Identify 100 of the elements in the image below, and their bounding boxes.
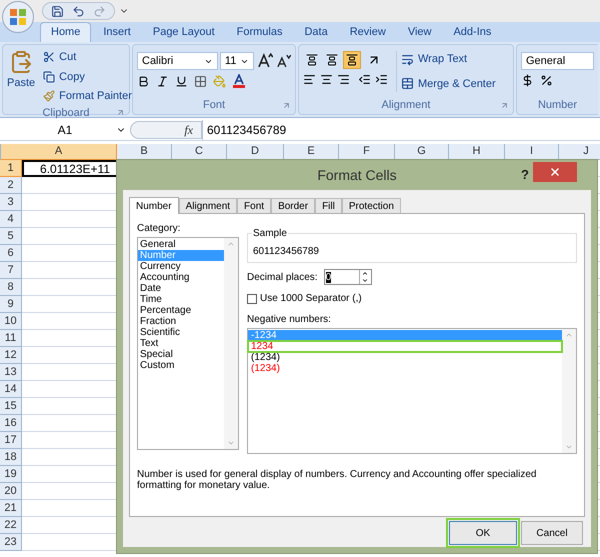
- category-item[interactable]: Percentage: [138, 305, 224, 316]
- category-list[interactable]: General Number Currency Accounting Date Time Percentage Fraction Scientific Text Special Custom: [137, 237, 239, 450]
- bold-icon[interactable]: [137, 74, 150, 88]
- cut-button[interactable]: Cut: [43, 49, 132, 66]
- help-button[interactable]: ?: [521, 165, 529, 185]
- row-header[interactable]: 6: [0, 245, 22, 262]
- row-header[interactable]: 7: [0, 262, 22, 279]
- category-item[interactable]: Time: [138, 294, 224, 305]
- row-header[interactable]: 23: [0, 534, 22, 551]
- column-header[interactable]: F: [339, 144, 395, 160]
- separator-checkbox[interactable]: [247, 294, 257, 304]
- ribbon-tab[interactable]: Page Layout: [142, 22, 225, 42]
- ribbon-tab[interactable]: Insert: [93, 22, 141, 42]
- category-item[interactable]: Special: [138, 349, 224, 360]
- italic-icon[interactable]: [156, 74, 169, 88]
- dialog-tab[interactable]: Font: [237, 198, 272, 213]
- row-header[interactable]: 3: [0, 194, 22, 211]
- negative-number-item[interactable]: (1234): [248, 363, 562, 374]
- borders-icon[interactable]: [194, 74, 207, 88]
- font-name-field[interactable]: Calibri: [137, 52, 218, 70]
- ribbon-tab[interactable]: Review: [340, 22, 396, 42]
- ok-button[interactable]: OK: [449, 521, 517, 545]
- format-painter-button[interactable]: Format Painter: [43, 88, 132, 104]
- row-header[interactable]: 13: [0, 364, 22, 381]
- column-header[interactable]: D: [227, 144, 284, 160]
- column-header[interactable]: J: [559, 144, 600, 160]
- column-header[interactable]: G: [395, 144, 449, 160]
- row-header[interactable]: 12: [0, 347, 22, 364]
- column-header[interactable]: C: [172, 144, 227, 160]
- row-header[interactable]: 14: [0, 381, 22, 398]
- increase-indent-icon[interactable]: [375, 73, 388, 86]
- currency-icon[interactable]: [521, 74, 534, 87]
- column-header[interactable]: H: [449, 144, 505, 160]
- decimal-places-spinner[interactable]: 0: [324, 269, 372, 285]
- align-left-icon[interactable]: [303, 73, 316, 86]
- dialog-tab[interactable]: Fill: [315, 198, 342, 213]
- row-header[interactable]: 10: [0, 313, 22, 330]
- negative-number-item[interactable]: (1234): [248, 352, 562, 363]
- dialog-launcher-icon[interactable]: [500, 100, 509, 110]
- category-item[interactable]: Accounting: [138, 272, 224, 283]
- align-right-icon[interactable]: [337, 73, 350, 86]
- dialog-tab[interactable]: Border: [271, 198, 316, 213]
- ribbon-tab[interactable]: View: [398, 22, 442, 42]
- close-button[interactable]: [533, 162, 577, 182]
- dialog-tab[interactable]: Alignment: [178, 198, 238, 213]
- formula-field[interactable]: 601123456789: [202, 120, 600, 140]
- dialog-launcher-icon[interactable]: [282, 100, 291, 110]
- column-header[interactable]: I: [505, 144, 559, 160]
- row-header[interactable]: 5: [0, 228, 22, 245]
- category-item[interactable]: Fraction: [138, 316, 224, 327]
- category-item[interactable]: Custom: [138, 360, 224, 371]
- save-icon[interactable]: [51, 4, 64, 18]
- column-header[interactable]: E: [284, 144, 339, 160]
- row-header[interactable]: 15: [0, 398, 22, 415]
- category-item[interactable]: General: [138, 239, 224, 250]
- dialog-tab[interactable]: Protection: [342, 198, 401, 213]
- row-header[interactable]: 18: [0, 449, 22, 466]
- negative-numbers-list[interactable]: -1234 1234 (1234) (1234): [247, 328, 577, 454]
- underline-icon[interactable]: [175, 74, 188, 88]
- dialog-launcher-icon[interactable]: [116, 108, 125, 118]
- font-color-icon[interactable]: [232, 74, 246, 88]
- row-header[interactable]: 9: [0, 296, 22, 313]
- copy-button[interactable]: Copy: [43, 68, 132, 85]
- vertical-align-button[interactable]: [343, 51, 361, 69]
- percent-icon[interactable]: [540, 74, 553, 87]
- row-header[interactable]: 4: [0, 211, 22, 228]
- row-header[interactable]: 11: [0, 330, 22, 347]
- function-label[interactable]: fx: [184, 120, 193, 138]
- ribbon-tab[interactable]: Formulas: [226, 22, 292, 42]
- font-size-field[interactable]: 11: [220, 52, 254, 70]
- column-header[interactable]: B: [117, 144, 172, 160]
- row-header[interactable]: 16: [0, 415, 22, 432]
- name-box[interactable]: A1: [0, 120, 130, 138]
- ribbon-tab[interactable]: Home: [40, 22, 92, 42]
- row-header[interactable]: 17: [0, 432, 22, 449]
- category-item[interactable]: Currency: [138, 261, 224, 272]
- category-item[interactable]: Date: [138, 283, 224, 294]
- ribbon-tab[interactable]: Add-Ins: [443, 22, 502, 42]
- shrink-font-icon[interactable]: [275, 52, 291, 70]
- fill-color-icon[interactable]: [213, 74, 226, 88]
- row-header[interactable]: 2: [0, 177, 22, 194]
- undo-icon[interactable]: [72, 4, 85, 18]
- paste-button[interactable]: Paste: [7, 49, 36, 104]
- row-header[interactable]: 21: [0, 500, 22, 517]
- number-format-field[interactable]: General: [521, 52, 594, 70]
- align-center-icon[interactable]: [320, 73, 333, 86]
- row-header[interactable]: 8: [0, 279, 22, 296]
- wrap-text-button[interactable]: Wrap Text: [401, 51, 496, 68]
- category-item[interactable]: Scientific: [138, 327, 224, 338]
- column-header[interactable]: A: [1, 144, 117, 160]
- negative-number-item[interactable]: 1234: [248, 341, 562, 352]
- decrease-indent-icon[interactable]: [358, 73, 371, 86]
- grow-font-icon[interactable]: [256, 52, 274, 70]
- dialog-tab[interactable]: Number: [129, 197, 179, 214]
- office-button[interactable]: [2, 1, 34, 33]
- row-header[interactable]: 20: [0, 483, 22, 500]
- cancel-button[interactable]: Cancel: [521, 521, 583, 545]
- category-item[interactable]: Text: [138, 338, 224, 349]
- row-header[interactable]: 19: [0, 466, 22, 483]
- row-header[interactable]: 22: [0, 517, 22, 534]
